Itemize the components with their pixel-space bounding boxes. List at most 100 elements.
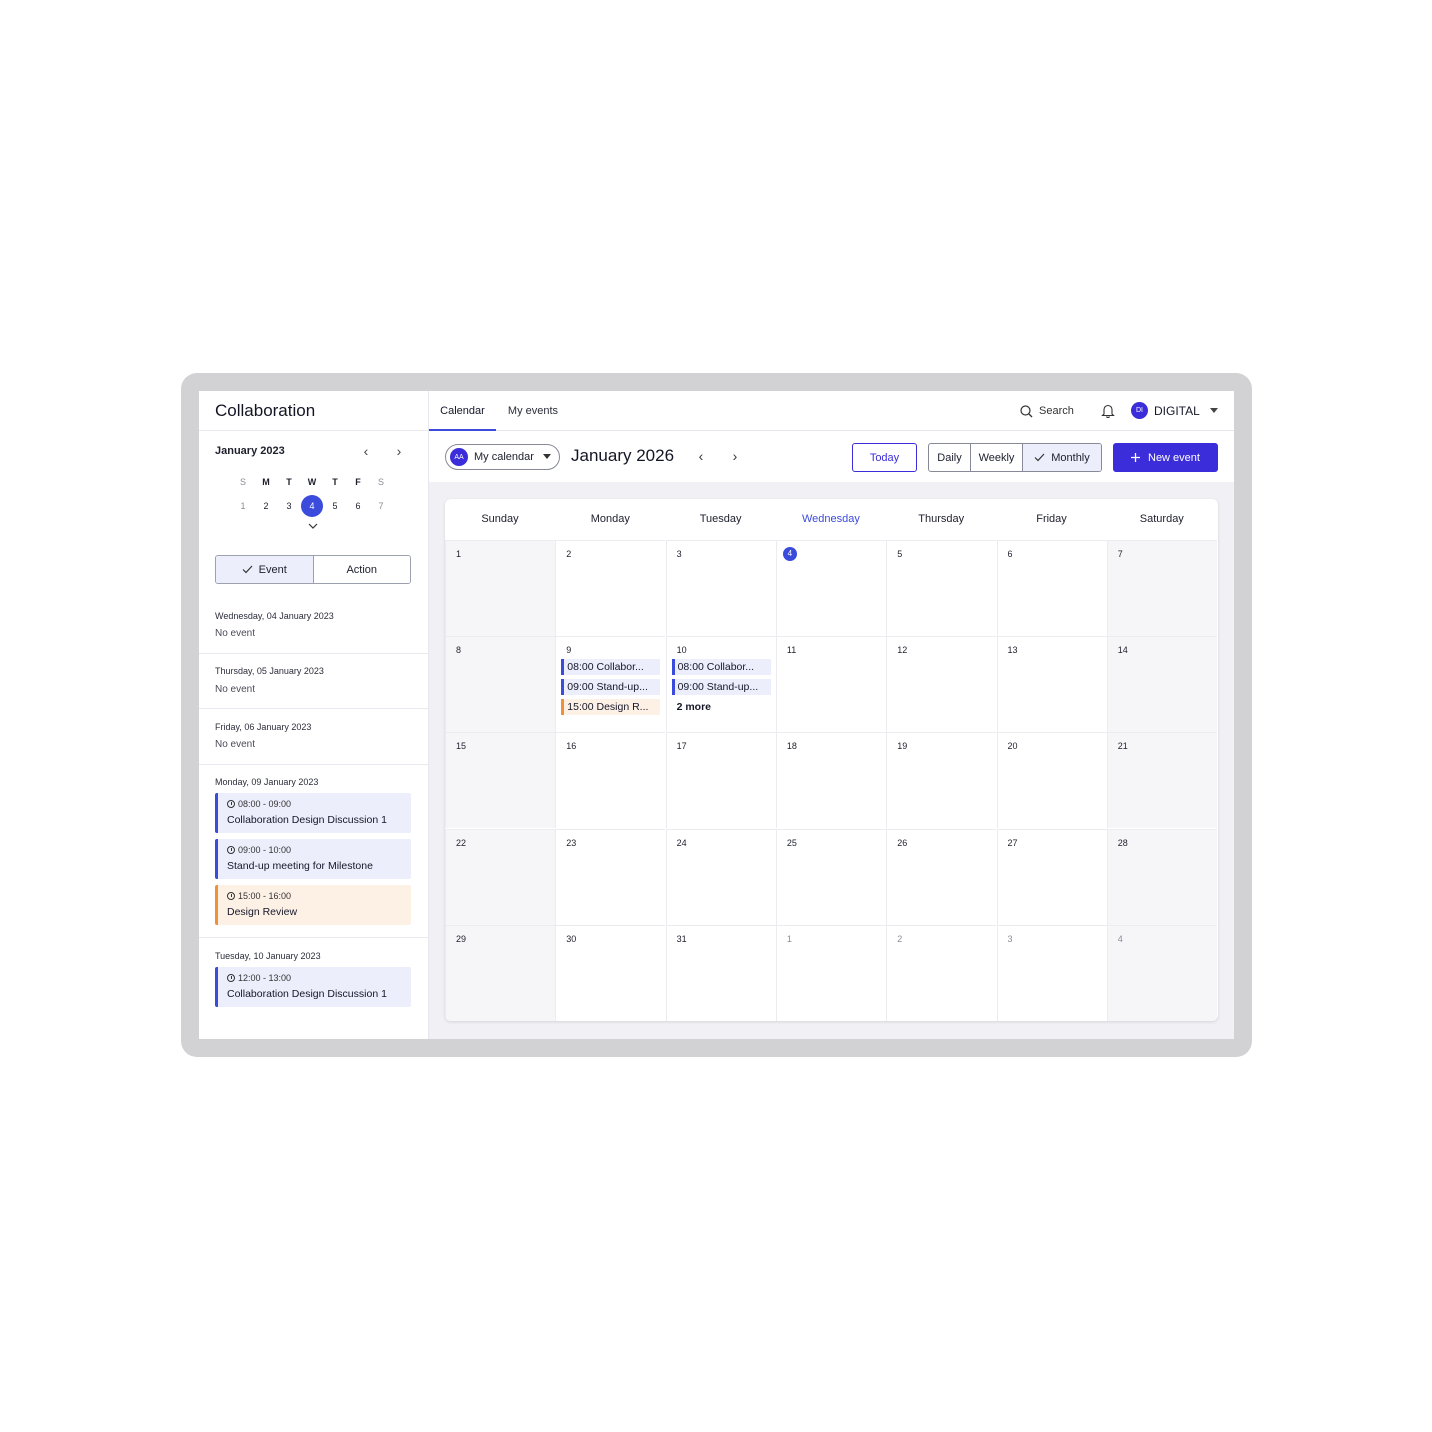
day-cell[interactable]: 17	[665, 732, 776, 829]
event-chip[interactable]: 09:00 Stand-up...	[561, 679, 661, 696]
day-cell[interactable]: 2	[886, 924, 997, 1021]
day-number: 23	[566, 837, 577, 848]
day-number: 20	[1007, 741, 1018, 752]
tab-my-events[interactable]: My events	[501, 391, 565, 431]
next-month-icon[interactable]: ›	[727, 448, 743, 464]
day-number: 5	[897, 549, 903, 559]
mini-day[interactable]: 3	[278, 495, 300, 517]
day-number: 18	[786, 741, 797, 752]
agenda-event[interactable]: 15:00 - 16:00 Design Review	[215, 885, 411, 925]
day-cell[interactable]: 2	[555, 540, 666, 636]
day-cell[interactable]: 1	[445, 540, 555, 636]
bell-icon[interactable]	[1101, 403, 1117, 419]
event-chip[interactable]: 09:00 Stand-up...	[671, 679, 771, 696]
mini-day[interactable]: 5	[324, 495, 346, 517]
day-number: 2	[897, 933, 903, 944]
search-button[interactable]: Search	[1020, 403, 1074, 419]
day-cell[interactable]: 10 08:00 Collabor... 09:00 Stand-up... 2 mo…	[665, 636, 776, 733]
user-menu[interactable]: DI DIGITAL	[1131, 402, 1218, 419]
prev-month-icon[interactable]: ‹	[693, 448, 709, 464]
day-cell[interactable]: 27	[996, 828, 1107, 925]
day-cell[interactable]: 26	[886, 828, 997, 925]
day-number: 4	[1117, 933, 1123, 944]
mini-day[interactable]: 7	[370, 495, 392, 517]
day-cell[interactable]: 4	[1106, 924, 1217, 1021]
agenda-event[interactable]: 08:00 - 09:00 Collaboration Design Discu…	[215, 793, 411, 833]
day-cell[interactable]: 14	[1106, 636, 1217, 733]
view-daily-button[interactable]: Daily	[929, 444, 971, 471]
day-cell[interactable]: 23	[555, 828, 666, 925]
event-name: Collaboration Design Discussion 1	[227, 988, 387, 1000]
day-cell[interactable]: 7	[1106, 540, 1217, 636]
day-number: 25	[786, 837, 797, 848]
event-name: Stand-up meeting for Milestone	[227, 860, 373, 872]
day-number: 2	[566, 549, 572, 559]
weekday-header: Saturday	[1139, 513, 1184, 525]
day-cell[interactable]: 13	[996, 636, 1107, 733]
day-cell[interactable]: 21	[1106, 732, 1217, 829]
caret-down-icon	[1209, 408, 1218, 413]
day-cell[interactable]: 9 08:00 Collabor... 09:00 Stand-up... 15:00…	[555, 636, 666, 733]
agenda-event[interactable]: 12:00 - 13:00 Collaboration Design Discu…	[215, 967, 411, 1007]
chevron-down-icon[interactable]	[303, 521, 323, 535]
more-events-link[interactable]: 2 more	[677, 701, 711, 713]
day-cell[interactable]: 18	[775, 732, 886, 829]
weekday-header: Monday	[590, 513, 630, 525]
day-cell[interactable]: 31	[665, 924, 776, 1021]
agenda-empty: No event	[215, 684, 256, 695]
day-cell[interactable]: 15	[445, 732, 555, 829]
mini-prev-icon[interactable]: ‹	[358, 443, 374, 459]
day-cell[interactable]: 6	[996, 540, 1107, 636]
calendar-toolbar: AA My calendar January 2026 ‹ › Today Da…	[429, 432, 1234, 482]
day-cell[interactable]: 3	[996, 924, 1107, 1021]
sidebar: Collaboration January 2023 ‹ › S M T W T…	[199, 391, 429, 1039]
action-filter-button[interactable]: Action	[313, 556, 410, 583]
agenda-date: Wednesday, 04 January 2023	[215, 611, 334, 621]
agenda-event[interactable]: 09:00 - 10:00 Stand-up meeting for Miles…	[215, 839, 411, 879]
mini-weekdays: S M T W T F S	[232, 477, 392, 493]
search-icon	[1020, 404, 1033, 417]
tab-calendar[interactable]: Calendar	[429, 391, 496, 431]
day-cell[interactable]: 5	[886, 540, 997, 636]
view-monthly-label: Monthly	[1051, 451, 1090, 464]
day-cell[interactable]: 16	[555, 732, 666, 829]
day-cell[interactable]: 12	[886, 636, 997, 733]
mini-day[interactable]: 1	[232, 495, 254, 517]
day-cell[interactable]: 28	[1106, 828, 1217, 925]
day-cell[interactable]: 24	[665, 828, 776, 925]
event-name: Design Review	[227, 906, 298, 918]
day-cell[interactable]: 25	[775, 828, 886, 925]
new-event-button[interactable]: New event	[1113, 443, 1218, 472]
day-number: 13	[1007, 645, 1018, 656]
mini-day[interactable]: 6	[347, 495, 369, 517]
day-cell[interactable]: 11	[775, 636, 886, 733]
day-number: 16	[566, 741, 577, 752]
day-cell[interactable]: 3	[665, 540, 776, 636]
mini-day-selected[interactable]: 4	[301, 495, 323, 517]
view-monthly-button[interactable]: Monthly	[1023, 444, 1101, 471]
event-chip[interactable]: 15:00 Design R...	[561, 699, 661, 716]
day-number: 8	[456, 645, 462, 656]
calendar-select-label: My calendar	[474, 451, 534, 463]
day-cell[interactable]: 4	[775, 540, 886, 636]
calendar-select[interactable]: AA My calendar	[445, 444, 560, 470]
event-filter-button[interactable]: Event	[216, 556, 314, 583]
mini-days: 1 2 3 4 5 6 7	[232, 495, 392, 519]
divider	[199, 430, 429, 431]
event-chip[interactable]: 08:00 Collabor...	[561, 659, 661, 676]
day-cell[interactable]: 8	[445, 636, 555, 733]
day-cell[interactable]: 30	[555, 924, 666, 1021]
mini-day[interactable]: 2	[255, 495, 277, 517]
day-cell[interactable]: 20	[996, 732, 1107, 829]
day-number: 27	[1007, 837, 1018, 848]
view-weekly-button[interactable]: Weekly	[971, 444, 1023, 471]
agenda-empty: No event	[215, 628, 256, 639]
event-chip[interactable]: 08:00 Collabor...	[671, 659, 771, 676]
day-cell[interactable]: 22	[445, 828, 555, 925]
mini-next-icon[interactable]: ›	[391, 443, 407, 459]
day-cell[interactable]: 29	[445, 924, 555, 1021]
today-button[interactable]: Today	[852, 443, 917, 472]
day-cell[interactable]: 1	[775, 924, 886, 1021]
day-cell[interactable]: 19	[886, 732, 997, 829]
day-number: 3	[1007, 933, 1013, 944]
